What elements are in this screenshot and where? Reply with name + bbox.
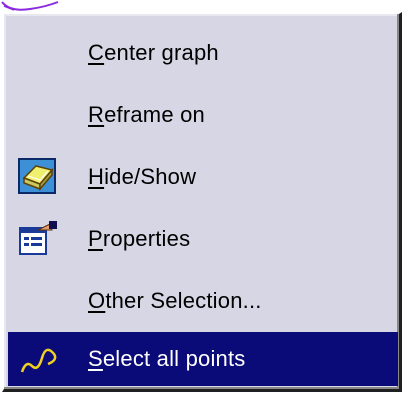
properties-icon <box>18 220 58 258</box>
menu-item-label: Select all points <box>88 346 246 371</box>
hide-show-icon <box>18 158 58 196</box>
menu-item-label: Properties <box>88 226 191 251</box>
menu-item-hide-show[interactable]: Hide/Show <box>8 146 398 208</box>
select-points-icon <box>18 340 58 378</box>
context-menu: Center graph Reframe on Hide/Show Proper… <box>2 12 402 392</box>
menu-item-label: Center graph <box>88 40 219 65</box>
menu-item-label: Reframe on <box>88 102 205 127</box>
menu-item-properties[interactable]: Properties <box>8 208 398 270</box>
menu-item-center-graph[interactable]: Center graph <box>8 22 398 84</box>
menu-item-label: Other Selection... <box>88 288 262 313</box>
menu-item-other-selection[interactable]: Other Selection... <box>8 270 398 332</box>
menu-item-label: Hide/Show <box>88 164 197 189</box>
menu-item-select-all-points[interactable]: Select all points <box>8 332 398 386</box>
menu-item-reframe-on[interactable]: Reframe on <box>8 84 398 146</box>
